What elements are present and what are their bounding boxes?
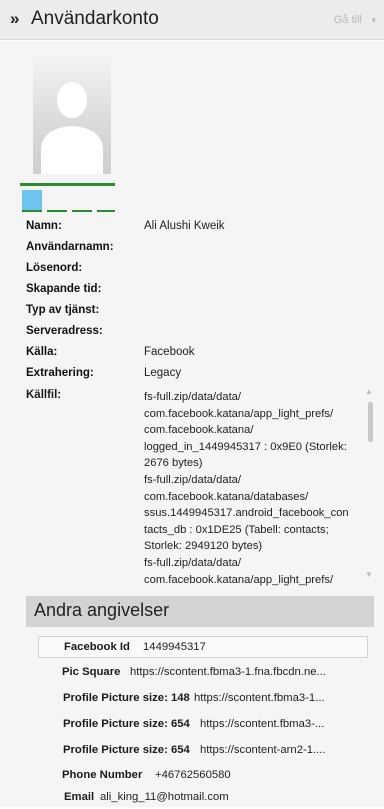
other-value: +46762560580 (155, 769, 231, 781)
other-key: Email (64, 791, 95, 803)
field-value: Legacy (144, 367, 182, 379)
other-key: Phone Number (62, 769, 143, 781)
page-title: Användarkonto (31, 8, 159, 29)
field-row-created: Skapande tid: (26, 283, 376, 301)
person-silhouette-icon (41, 82, 103, 174)
source-file-list[interactable]: fs-full.zip/data/data/ com.facebook.kata… (144, 389, 358, 586)
source-file-line: Storlek: 2949120 bytes) (144, 540, 263, 553)
source-file-line: fs-full.zip/data/data/ (144, 473, 242, 486)
thumbnail-indicator (22, 210, 42, 212)
other-key: Facebook Id (64, 641, 130, 653)
source-file-line: com.facebook.katana/ (144, 424, 254, 437)
field-value: Facebook (144, 346, 195, 358)
source-file-line: fs-full.zip/data/data/ (144, 391, 242, 403)
other-row[interactable]: Profile Picture size: 654 https://sconte… (38, 740, 368, 762)
field-label: Typ av tjänst: (26, 304, 100, 316)
source-file-line: ssus.1449945317.android_facebook_con (144, 507, 349, 520)
source-file-line: com.facebook.katana/databases/ (144, 490, 309, 503)
field-row-server: Serveradress: (26, 325, 376, 343)
thumbnail-indicator (47, 210, 67, 212)
field-label: Användarnamn: (26, 241, 114, 253)
field-row-extraction: Extrahering: Legacy (26, 367, 376, 385)
thumbnail-indicator (72, 210, 92, 212)
other-key: Profile Picture size: 148 (63, 692, 190, 704)
source-file-line: com.facebook.katana/app_light_prefs/ (144, 573, 334, 586)
scroll-up-icon[interactable]: ▲ (365, 387, 373, 396)
field-label: Extrahering: (26, 367, 94, 379)
other-value: https://scontent-arn2-1.... (200, 744, 326, 756)
chevron-down-icon[interactable]: ▾ (371, 15, 376, 26)
avatar-underline (20, 183, 115, 186)
source-file-label: Källfil: (26, 389, 62, 401)
collapse-chevron-icon[interactable]: » (10, 9, 20, 29)
avatar (33, 56, 111, 174)
field-label: Källa: (26, 346, 58, 358)
other-key: Profile Picture size: 654 (63, 718, 190, 730)
other-value: 1449945317 (143, 641, 206, 653)
field-value: Ali Alushi Kweik (144, 220, 225, 232)
field-label: Lösenord: (26, 262, 83, 274)
field-row-password: Lösenord: (26, 262, 376, 280)
field-label: Namn: (26, 220, 62, 232)
field-row-name: Namn: Ali Alushi Kweik (26, 220, 376, 238)
header-bar: » Användarkonto Gå till ▾ (0, 0, 384, 40)
field-label: Skapande tid: (26, 283, 102, 295)
other-value: https://scontent.fbma3-... (200, 718, 325, 730)
goto-dropdown[interactable]: Gå till (334, 14, 362, 26)
source-file-line: 2676 bytes) (144, 457, 203, 470)
other-row[interactable]: Profile Picture size: 148 https://sconte… (38, 688, 368, 710)
source-file-line: com.facebook.katana/app_light_prefs/ (144, 407, 334, 420)
source-file-line: tacts_db : 0x1DE25 (Tabell: contacts; (144, 523, 329, 536)
other-value: https://scontent.fbma3-1... (194, 692, 325, 704)
other-row[interactable]: Email ali_king_11@hotmail.com (38, 787, 368, 809)
other-key: Profile Picture size: 654 (63, 744, 190, 756)
thumbnail-indicator (97, 210, 115, 212)
source-file-line: fs-full.zip/data/data/ (144, 556, 242, 569)
field-label: Serveradress: (26, 325, 103, 337)
photo-thumbnail[interactable] (22, 190, 42, 210)
other-value: https://scontent.fbma3-1.fna.fbcdn.ne... (130, 666, 326, 678)
scrollbar-thumb[interactable] (368, 402, 373, 442)
other-key: Pic Square (62, 666, 121, 678)
other-row[interactable]: Phone Number +46762560580 (38, 765, 368, 787)
other-row[interactable]: Pic Square https://scontent.fbma3-1.fna.… (38, 662, 368, 684)
field-row-service-type: Typ av tjänst: (26, 304, 376, 322)
other-value: ali_king_11@hotmail.com (100, 791, 229, 803)
section-header: Andra angivelser (26, 596, 374, 627)
field-row-username: Användarnamn: (26, 241, 376, 259)
field-row-source: Källa: Facebook (26, 346, 376, 364)
section-title: Andra angivelser (34, 600, 170, 620)
scroll-down-icon[interactable]: ▼ (365, 570, 373, 579)
other-row[interactable]: Profile Picture size: 654 https://sconte… (38, 714, 368, 736)
source-file-line: logged_in_1449945317 : 0x9E0 (Storlek: (144, 440, 347, 453)
other-row[interactable]: Facebook Id 1449945317 (38, 636, 368, 658)
